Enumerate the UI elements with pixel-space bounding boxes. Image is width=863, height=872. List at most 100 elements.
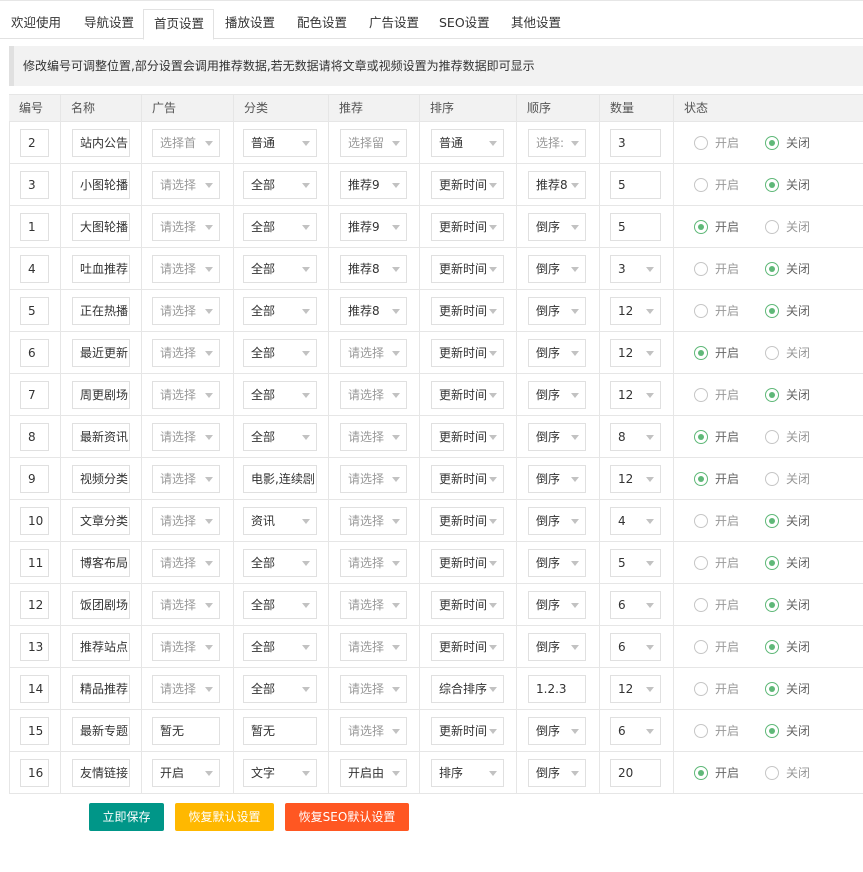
order-select[interactable]: 倒序 [528, 717, 586, 745]
sort-field-select[interactable]: 普通 [431, 129, 504, 157]
sort-field-select[interactable]: 综合排序 [431, 675, 504, 703]
status-off-radio[interactable]: 关闭 [765, 471, 825, 487]
order-select[interactable]: 倒序 [528, 255, 586, 283]
sort-number-input[interactable]: 3 [20, 171, 49, 199]
quantity-select[interactable]: 3 [610, 255, 661, 283]
status-off-radio[interactable]: 关闭 [765, 723, 825, 739]
status-on-radio[interactable]: 开启 [694, 639, 754, 655]
module-name-input[interactable]: 最新专题 [72, 717, 130, 745]
restore-default-button[interactable]: 恢复默认设置 [175, 803, 274, 831]
recommend-select[interactable]: 请选择 [340, 381, 407, 409]
sort-number-input[interactable]: 9 [20, 465, 49, 493]
category-select[interactable]: 资讯 [243, 507, 317, 535]
order-select[interactable]: 倒序 [528, 297, 586, 325]
quantity-select[interactable]: 6 [610, 591, 661, 619]
module-name-input[interactable]: 文章分类 [72, 507, 130, 535]
sort-field-select[interactable]: 更新时间 [431, 591, 504, 619]
quantity-input[interactable]: 20 [610, 759, 661, 787]
restore-seo-default-button[interactable]: 恢复SEO默认设置 [285, 803, 409, 831]
ad-select[interactable]: 选择首 [152, 129, 220, 157]
module-name-input[interactable]: 友情链接 [72, 759, 130, 787]
sort-number-input[interactable]: 12 [20, 591, 49, 619]
ad-select[interactable]: 请选择 [152, 339, 220, 367]
category-input[interactable]: 暂无 [243, 717, 317, 745]
sort-field-select[interactable]: 更新时间 [431, 507, 504, 535]
category-select[interactable]: 全部 [243, 339, 317, 367]
category-select[interactable]: 全部 [243, 633, 317, 661]
tab-2[interactable]: 首页设置 [143, 9, 214, 40]
ad-select[interactable]: 请选择 [152, 465, 220, 493]
recommend-select[interactable]: 请选择 [340, 675, 407, 703]
module-name-input[interactable]: 最新资讯 [72, 423, 130, 451]
order-select[interactable]: 倒序 [528, 465, 586, 493]
recommend-select[interactable]: 请选择 [340, 549, 407, 577]
status-on-radio[interactable]: 开启 [694, 303, 754, 319]
order-select[interactable]: 推荐8 [528, 171, 586, 199]
order-select[interactable]: 倒序 [528, 213, 586, 241]
status-on-radio[interactable]: 开启 [694, 597, 754, 613]
ad-select[interactable]: 请选择 [152, 381, 220, 409]
sort-field-select[interactable]: 更新时间 [431, 717, 504, 745]
ad-select[interactable]: 请选择 [152, 633, 220, 661]
recommend-select[interactable]: 请选择 [340, 591, 407, 619]
status-off-radio[interactable]: 关闭 [765, 681, 825, 697]
module-name-input[interactable]: 正在热播 [72, 297, 130, 325]
tab-7[interactable]: 其他设置 [500, 9, 570, 39]
quantity-input[interactable]: 5 [610, 213, 661, 241]
quantity-select[interactable]: 12 [610, 297, 661, 325]
sort-number-input[interactable]: 1 [20, 213, 49, 241]
quantity-select[interactable]: 12 [610, 339, 661, 367]
ad-select[interactable]: 请选择 [152, 675, 220, 703]
sort-number-input[interactable]: 10 [20, 507, 49, 535]
sort-number-input[interactable]: 15 [20, 717, 49, 745]
status-off-radio[interactable]: 关闭 [765, 555, 825, 571]
category-select[interactable]: 全部 [243, 297, 317, 325]
status-on-radio[interactable]: 开启 [694, 135, 754, 151]
ad-select[interactable]: 开启 [152, 759, 220, 787]
status-on-radio[interactable]: 开启 [694, 681, 754, 697]
status-off-radio[interactable]: 关闭 [765, 261, 825, 277]
quantity-select[interactable]: 12 [610, 381, 661, 409]
category-select[interactable]: 全部 [243, 255, 317, 283]
quantity-select[interactable]: 4 [610, 507, 661, 535]
recommend-select[interactable]: 请选择 [340, 423, 407, 451]
recommend-select[interactable]: 请选择 [340, 339, 407, 367]
sort-field-select[interactable]: 排序 [431, 759, 504, 787]
recommend-select[interactable]: 请选择 [340, 633, 407, 661]
sort-number-input[interactable]: 16 [20, 759, 49, 787]
ad-select[interactable]: 请选择 [152, 549, 220, 577]
status-off-radio[interactable]: 关闭 [765, 765, 825, 781]
sort-field-select[interactable]: 更新时间 [431, 297, 504, 325]
module-name-input[interactable]: 博客布局 [72, 549, 130, 577]
status-on-radio[interactable]: 开启 [694, 345, 754, 361]
sort-number-input[interactable]: 13 [20, 633, 49, 661]
status-on-radio[interactable]: 开启 [694, 429, 754, 445]
sort-field-select[interactable]: 更新时间 [431, 381, 504, 409]
module-name-input[interactable]: 推荐站点 [72, 633, 130, 661]
status-off-radio[interactable]: 关闭 [765, 429, 825, 445]
sort-field-select[interactable]: 更新时间 [431, 423, 504, 451]
save-button[interactable]: 立即保存 [89, 803, 164, 831]
sort-number-input[interactable]: 2 [20, 129, 49, 157]
category-select[interactable]: 全部 [243, 549, 317, 577]
order-select[interactable]: 倒序 [528, 633, 586, 661]
module-name-input[interactable]: 精品推荐 [72, 675, 130, 703]
tab-5[interactable]: 广告设置 [358, 9, 428, 39]
module-name-input[interactable]: 最近更新 [72, 339, 130, 367]
category-select[interactable]: 全部 [243, 423, 317, 451]
status-on-radio[interactable]: 开启 [694, 387, 754, 403]
order-select[interactable]: 倒序 [528, 507, 586, 535]
order-select[interactable]: 倒序 [528, 339, 586, 367]
sort-field-select[interactable]: 更新时间 [431, 213, 504, 241]
ad-select[interactable]: 请选择 [152, 255, 220, 283]
tab-6[interactable]: SEO设置 [428, 9, 500, 39]
status-off-radio[interactable]: 关闭 [765, 177, 825, 193]
status-on-radio[interactable]: 开启 [694, 723, 754, 739]
quantity-input[interactable]: 3 [610, 129, 661, 157]
tab-4[interactable]: 配色设置 [286, 9, 358, 39]
module-name-input[interactable]: 饭团剧场 [72, 591, 130, 619]
order-select[interactable]: 倒序 [528, 759, 586, 787]
module-name-input[interactable]: 小图轮播 [72, 171, 130, 199]
quantity-select[interactable]: 6 [610, 717, 661, 745]
category-select[interactable]: 全部 [243, 591, 317, 619]
